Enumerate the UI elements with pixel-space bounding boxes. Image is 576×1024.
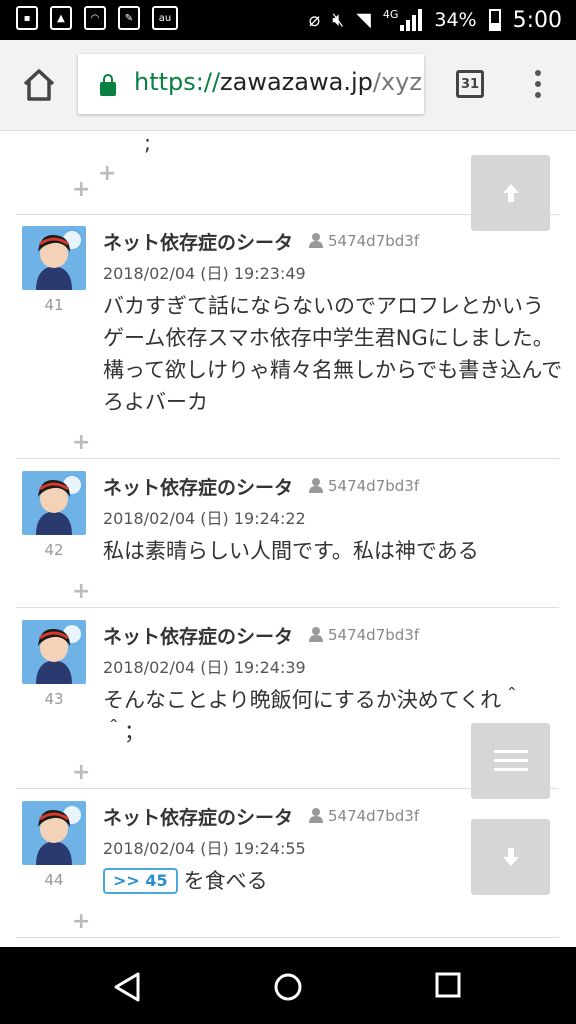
person-icon: [309, 233, 323, 248]
system-icons: ⌀ 🔇︎ ◥ 4G 34% 5:00: [309, 0, 562, 40]
url-protocol: https://: [134, 68, 221, 96]
home-button[interactable]: [16, 62, 62, 108]
post-41: 41 ネット依存症のシータ 5474d7bd3f 2018/02/04 (日) …: [16, 214, 562, 459]
home-icon: [23, 69, 55, 101]
au-icon: au: [152, 6, 178, 30]
reply-plus-icon[interactable]: +: [98, 163, 116, 185]
avatar-image: [22, 471, 86, 535]
post-next: [16, 937, 559, 947]
expand-plus-icon[interactable]: +: [72, 581, 90, 603]
poster-name: ネット依存症のシータ: [103, 807, 294, 829]
post-number: 44: [44, 871, 64, 889]
expand-plus-icon[interactable]: +: [72, 432, 90, 454]
post-body-text: を食べる: [183, 869, 268, 893]
expand-plus-icon[interactable]: +: [72, 179, 90, 201]
home-nav-icon[interactable]: [272, 971, 304, 1003]
poster-name: ネット依存症のシータ: [103, 232, 294, 254]
network-type: 4G: [382, 7, 399, 21]
post-body: 私は素晴らしい人間です。私は神である: [103, 539, 479, 563]
post-date: 2018/02/04 (日) 19:24:22: [103, 509, 306, 528]
image-icon: ▲: [50, 6, 72, 30]
system-nav-bar: [0, 947, 576, 1024]
avatar-image: [22, 620, 86, 684]
post-number: 41: [44, 296, 64, 314]
wifi-icon: ◥: [356, 9, 371, 31]
wifi-file-icon: ◠: [84, 6, 106, 30]
user-id-text: 5474d7bd3f: [328, 232, 420, 250]
recent-apps-icon[interactable]: [434, 971, 462, 999]
contacts-icon: ▪: [16, 6, 38, 30]
thread-content: ; + + 41 ネット依存症のシータ 5474d7bd3f 2018/02/0…: [0, 131, 576, 947]
browser-toolbar: https://zawazawa.jp/xyz 31: [0, 40, 576, 131]
battery-percent: 34%: [434, 9, 477, 31]
hamburger-icon: [493, 750, 528, 771]
avatar[interactable]: [22, 471, 86, 535]
user-id-text: 5474d7bd3f: [328, 477, 420, 495]
user-id: 5474d7bd3f: [308, 807, 419, 825]
post-42: 42 ネット依存症のシータ 5474d7bd3f 2018/02/04 (日) …: [16, 459, 559, 608]
signal-icon: [400, 9, 423, 31]
post-number: 43: [44, 690, 64, 708]
avatar[interactable]: [22, 801, 86, 865]
person-icon: [309, 808, 323, 823]
avatar-image: [22, 801, 86, 865]
user-id: 5474d7bd3f: [308, 232, 419, 250]
clock: 5:00: [512, 7, 562, 33]
avatar[interactable]: [22, 226, 86, 290]
poster-name: ネット依存症のシータ: [103, 626, 294, 648]
tab-switcher-button[interactable]: 31: [456, 70, 484, 98]
url-host: zawazawa.jp: [220, 68, 373, 96]
arrow-up-icon: [502, 184, 519, 202]
status-bar: ▪ ▲ ◠ ✎ au ⌀ 🔇︎ ◥ 4G 34% 5:00: [0, 0, 576, 40]
post-date: 2018/02/04 (日) 19:24:55: [103, 839, 306, 858]
back-icon[interactable]: [112, 971, 144, 1003]
expand-plus-icon[interactable]: +: [72, 762, 90, 784]
post-body: バカすぎて話にならないのでアロフレとかいうゲーム依存スマホ依存中学生君NGにしま…: [103, 294, 563, 414]
expand-plus-icon[interactable]: +: [72, 911, 90, 933]
person-icon: [309, 627, 323, 642]
overflow-menu-icon[interactable]: [530, 70, 546, 100]
no-sim-icon: ⌀: [308, 9, 321, 31]
reply-anchor-link[interactable]: >> 45: [103, 868, 178, 894]
person-icon: [309, 478, 323, 493]
address-bar[interactable]: https://zawazawa.jp/xyz: [78, 54, 424, 114]
notification-icons: ▪ ▲ ◠ ✎ au: [16, 6, 178, 30]
user-id: 5474d7bd3f: [308, 626, 419, 644]
url-text[interactable]: https://zawazawa.jp/xyz: [134, 68, 422, 96]
url-path: /xyz: [372, 68, 422, 96]
post-date: 2018/02/04 (日) 19:23:49: [103, 264, 306, 283]
battery-icon: [488, 9, 501, 31]
avatar-image: [22, 226, 86, 290]
scroll-to-bottom-button[interactable]: [471, 819, 550, 895]
mute-icon: 🔇︎: [332, 9, 345, 31]
user-id-text: 5474d7bd3f: [328, 807, 420, 825]
post-date: 2018/02/04 (日) 19:24:39: [103, 658, 306, 677]
user-id: 5474d7bd3f: [308, 477, 419, 495]
menu-button[interactable]: [471, 723, 550, 799]
poster-name: ネット依存症のシータ: [103, 477, 294, 499]
scroll-to-top-button[interactable]: [471, 155, 550, 231]
post-number: 42: [44, 541, 64, 559]
arrow-down-icon: [502, 848, 519, 866]
avatar[interactable]: [22, 620, 86, 684]
edit-icon: ✎: [118, 6, 140, 30]
user-id-text: 5474d7bd3f: [328, 626, 420, 644]
lock-icon: [100, 74, 116, 96]
